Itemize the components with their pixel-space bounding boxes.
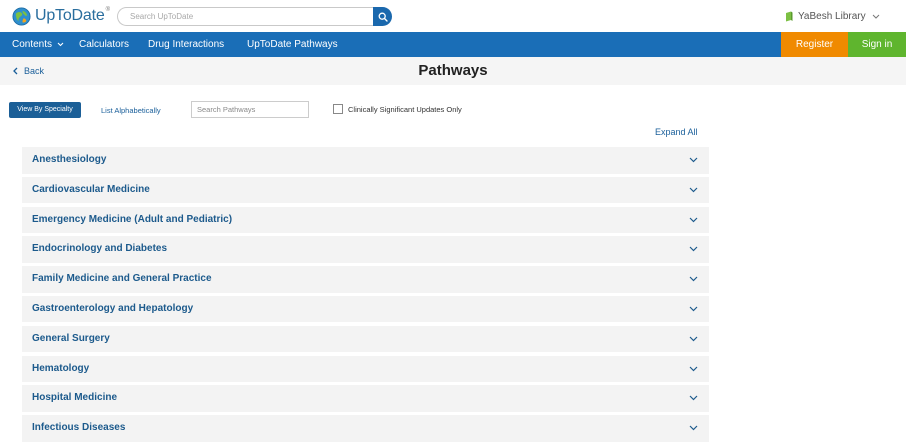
clinically-significant-label: Clinically Significant Updates Only bbox=[348, 104, 462, 114]
search-button[interactable] bbox=[373, 7, 392, 26]
specialty-label: Gastroenterology and Hepatology bbox=[32, 302, 194, 314]
specialty-label: Emergency Medicine (Adult and Pediatric) bbox=[32, 213, 233, 225]
chevron-down-icon[interactable] bbox=[689, 157, 698, 163]
logo-text: UpToDate® bbox=[35, 7, 110, 24]
chevron-down-icon[interactable] bbox=[689, 187, 698, 193]
specialty-label: Anesthesiology bbox=[32, 154, 107, 165]
nav-drug-interactions[interactable]: Drug Interactions bbox=[148, 32, 224, 57]
specialty-row[interactable]: Endocrinology and Diabetes bbox=[22, 236, 709, 263]
search-pathways-input[interactable] bbox=[191, 101, 309, 118]
specialty-label: Endocrinology and Diabetes bbox=[32, 243, 168, 255]
list-alphabetically-link[interactable]: List Alphabetically bbox=[101, 106, 161, 115]
specialty-label: Family Medicine and General Practice bbox=[32, 273, 212, 285]
chevron-down-icon[interactable] bbox=[689, 217, 698, 223]
specialty-label: General Surgery bbox=[32, 332, 110, 344]
globe-logo-icon bbox=[12, 6, 31, 26]
library-label: YaBesh Library bbox=[798, 10, 866, 22]
specialty-row[interactable]: Anesthesiology bbox=[22, 147, 709, 174]
chevron-down-icon[interactable] bbox=[689, 366, 698, 372]
specialty-row[interactable]: Family Medicine and General Practice bbox=[22, 266, 709, 293]
view-by-specialty-button[interactable]: View By Specialty bbox=[9, 102, 81, 118]
search-input[interactable] bbox=[117, 7, 375, 26]
uptodate-logo[interactable]: UpToDate® bbox=[12, 6, 110, 26]
page-title: Pathways bbox=[418, 62, 488, 79]
nav-contents-label: Contents bbox=[12, 39, 53, 50]
title-bar: Back Pathways bbox=[0, 57, 906, 85]
specialty-label: Infectious Diseases bbox=[32, 422, 126, 434]
specialty-label: Cardiovascular Medicine bbox=[32, 183, 150, 195]
chevron-down-icon[interactable] bbox=[689, 425, 698, 431]
specialty-label: Hospital Medicine bbox=[32, 392, 118, 404]
specialty-row[interactable]: Emergency Medicine (Adult and Pediatric) bbox=[22, 206, 709, 234]
nav-calculators[interactable]: Calculators bbox=[79, 32, 129, 57]
chevron-down-icon[interactable] bbox=[689, 276, 698, 282]
register-button[interactable]: Register bbox=[781, 32, 848, 57]
library-menu[interactable]: YaBesh Library bbox=[785, 8, 880, 24]
library-icon bbox=[786, 11, 793, 21]
chevron-down-icon[interactable] bbox=[689, 246, 698, 252]
main-nav: Contents Calculators Drug Interactions U… bbox=[0, 32, 906, 57]
nav-contents[interactable]: Contents bbox=[12, 32, 64, 57]
global-search bbox=[117, 7, 392, 26]
sign-in-button[interactable]: Sign in bbox=[848, 32, 906, 57]
specialty-row[interactable]: Infectious Diseases bbox=[22, 415, 709, 442]
chevron-down-icon[interactable] bbox=[689, 306, 698, 312]
chevron-down-icon bbox=[57, 42, 64, 47]
expand-all-link[interactable]: Expand All bbox=[655, 127, 698, 137]
chevron-down-icon[interactable] bbox=[689, 336, 698, 342]
specialty-row[interactable]: General Surgery bbox=[22, 325, 709, 353]
specialty-row[interactable]: Cardiovascular Medicine bbox=[22, 176, 709, 204]
chevron-down-icon bbox=[872, 14, 879, 19]
specialty-label: Hematology bbox=[32, 362, 90, 374]
specialty-row[interactable]: Hematology bbox=[22, 355, 709, 383]
clinically-significant-filter[interactable]: Clinically Significant Updates Only bbox=[333, 104, 462, 114]
search-icon bbox=[378, 12, 388, 22]
top-header: UpToDate® YaBesh Library bbox=[0, 0, 906, 32]
specialty-row[interactable]: Hospital Medicine bbox=[22, 385, 709, 412]
specialty-accordion: Anesthesiology Cardiovascular Medicine Eme… bbox=[22, 147, 709, 444]
nav-uptodate-pathways[interactable]: UpToDate Pathways bbox=[247, 32, 338, 57]
specialty-row[interactable]: Gastroenterology and Hepatology bbox=[22, 295, 709, 323]
clinically-significant-checkbox[interactable] bbox=[333, 104, 343, 114]
chevron-down-icon[interactable] bbox=[689, 395, 698, 401]
